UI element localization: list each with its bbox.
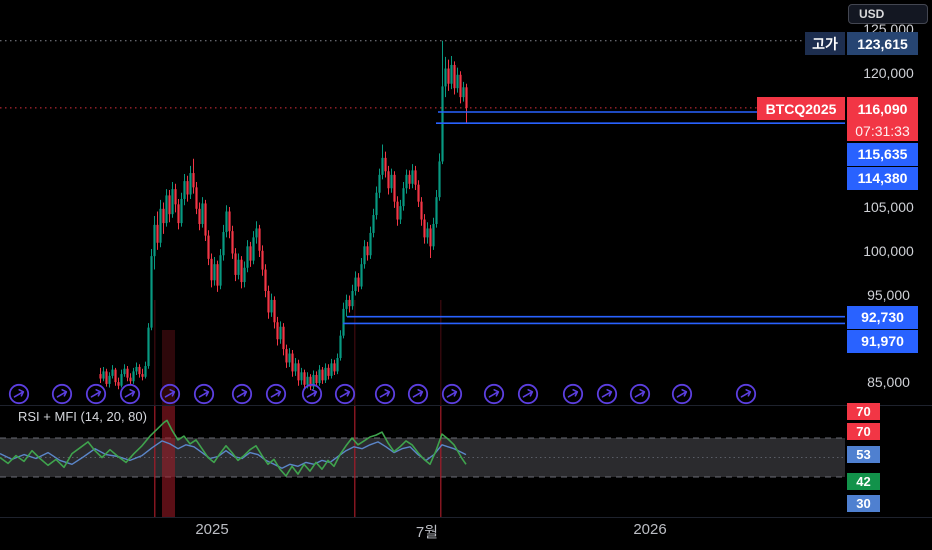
highlight-marker-extension bbox=[154, 300, 156, 405]
event-marker-icon[interactable] bbox=[51, 383, 73, 405]
pane-separator[interactable] bbox=[0, 405, 932, 406]
event-marker-icon[interactable] bbox=[85, 383, 107, 405]
event-marker-icon[interactable] bbox=[301, 383, 323, 405]
trading-chart-app: RSI + MFI (14, 20, 80) USD 125,000 120,00… bbox=[0, 0, 932, 550]
time-axis-label: 7월 bbox=[415, 524, 439, 541]
event-marker-icon[interactable] bbox=[671, 383, 693, 405]
highlight-marker-extension bbox=[440, 300, 442, 405]
time-axis-label: 2025 bbox=[195, 521, 229, 538]
highlight-marker-extension bbox=[354, 300, 356, 405]
event-marker-icon[interactable] bbox=[483, 383, 505, 405]
chart-canvas[interactable] bbox=[0, 0, 932, 550]
event-marker-icon[interactable] bbox=[629, 383, 651, 405]
event-marker-icon[interactable] bbox=[119, 383, 141, 405]
event-marker-icon[interactable] bbox=[735, 383, 757, 405]
event-marker-icon[interactable] bbox=[407, 383, 429, 405]
event-marker-icon[interactable] bbox=[265, 383, 287, 405]
currency-unit-button[interactable]: USD bbox=[848, 4, 928, 24]
event-marker-icon[interactable] bbox=[517, 383, 539, 405]
highlight-marker bbox=[354, 405, 356, 517]
time-axis-label: 2026 bbox=[633, 521, 667, 538]
event-marker-icon[interactable] bbox=[562, 383, 584, 405]
event-marker-icon[interactable] bbox=[193, 383, 215, 405]
event-marker-icon[interactable] bbox=[8, 383, 30, 405]
event-marker-icon[interactable] bbox=[441, 383, 463, 405]
indicator-title: RSI + MFI (14, 20, 80) bbox=[18, 409, 147, 424]
highlight-marker bbox=[440, 405, 442, 517]
event-marker-icon[interactable] bbox=[334, 383, 356, 405]
time-axis-separator[interactable] bbox=[0, 517, 932, 518]
event-marker-icon[interactable] bbox=[596, 383, 618, 405]
highlight-marker bbox=[154, 405, 156, 517]
event-marker-icon[interactable] bbox=[231, 383, 253, 405]
event-marker-icon[interactable] bbox=[374, 383, 396, 405]
